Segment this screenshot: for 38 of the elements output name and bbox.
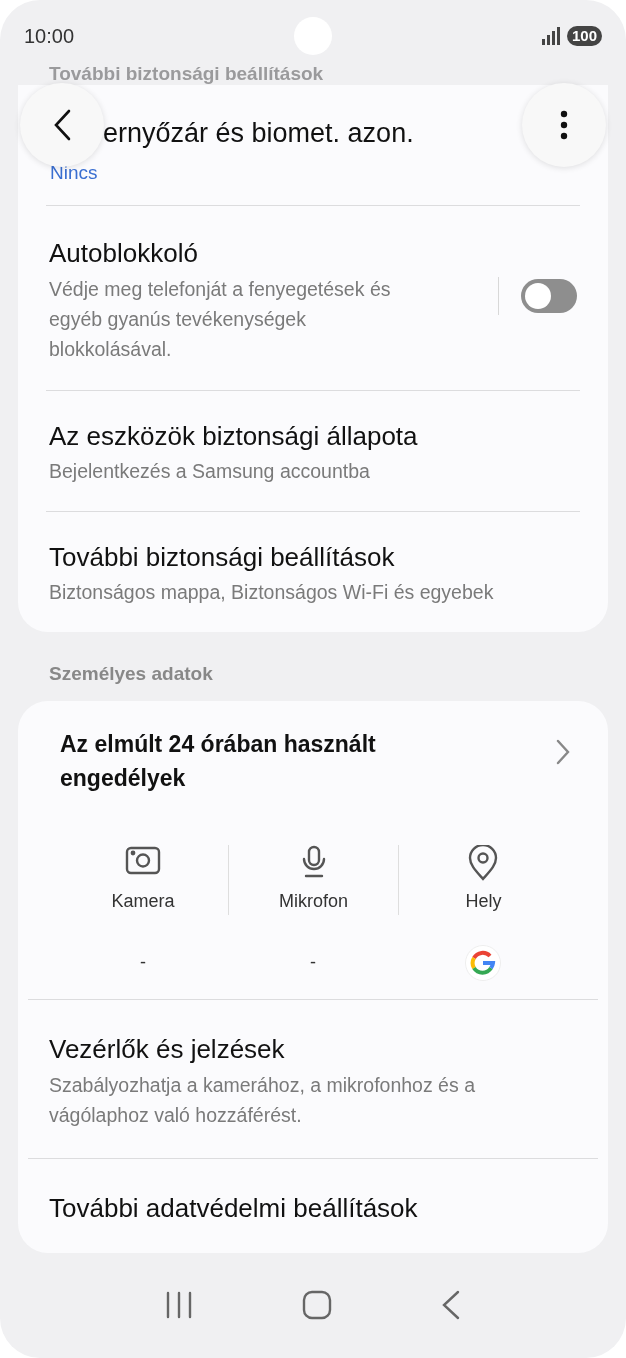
microphone-icon [300, 844, 327, 879]
permission-label: Mikrofon [279, 889, 348, 913]
item-subtitle: Bejelentkezés a Samsung accountba [49, 459, 371, 484]
item-title: Az eszközök biztonsági állapota [49, 420, 419, 453]
settings-item[interactable]: Az eszközök biztonsági állapota Bejelentkezés a Samsung accountba [18, 391, 608, 511]
item-subtitle: Védje meg telefonját a fenyegetések és egyéb gyanús tevékenységek blokkolásával. [49, 277, 392, 362]
location-pin-icon [468, 844, 499, 881]
page-title: ernyőzár és biomet. azon. [103, 118, 414, 148]
usage-value: - [310, 951, 316, 974]
back-icon [53, 109, 71, 141]
permissions-header[interactable]: Az elmúlt 24 órában használt engedélyek [18, 700, 608, 795]
more-icon [560, 110, 568, 140]
battery-level: 100 [566, 26, 602, 46]
section-header: Személyes adatok [49, 663, 213, 684]
item-subtitle: Szabályozhatja a kamerához, a mikrofonhoz és a vágólaphoz való hozzáférést. [49, 1072, 476, 1128]
camera-icon [125, 844, 161, 875]
item-title: További biztonsági beállítások [49, 541, 396, 574]
item-title: További adatvédelmi beállítások [49, 1191, 419, 1225]
item-title: Vezérlők és jelzések [49, 1032, 286, 1066]
signal-icon [540, 27, 561, 45]
setting-value: Nincs [50, 162, 98, 183]
back-nav-icon[interactable] [441, 1290, 462, 1321]
settings-item[interactable]: Autoblokkoló Védje meg telefonját a fenyegetések és egyéb gyanús tevékenységek blokkolásával. [18, 206, 608, 390]
item-subtitle: Biztonságos mappa, Biztonságos Wi-Fi és egyebek [49, 580, 495, 605]
permission-label: Kamera [111, 889, 175, 913]
permission-label: Hely [465, 889, 502, 913]
usage-value: - [140, 951, 146, 974]
settings-item[interactable]: További adatvédelmi beállítások [18, 1158, 608, 1253]
settings-item[interactable]: Vezérlők és jelzések Szabályozhatja a kamerához, a mikrofonhoz és a vágólaphoz való hozzáférést. [18, 999, 608, 1158]
chevron-right-icon [556, 738, 570, 765]
recent-apps-icon[interactable] [164, 1291, 193, 1320]
section-title: További biztonsági beállítások [49, 63, 324, 84]
settings-item[interactable]: További biztonsági beállítások Biztonságos mappa, Biztonságos Wi-Fi és egyebek [18, 512, 608, 632]
item-title: Autoblokkoló [49, 237, 199, 270]
toggle-switch[interactable] [521, 279, 577, 313]
home-icon[interactable] [302, 1290, 332, 1321]
permissions-title: Az elmúlt 24 órában használt engedélyek [60, 729, 377, 793]
status-time: 10:00 [24, 24, 75, 49]
